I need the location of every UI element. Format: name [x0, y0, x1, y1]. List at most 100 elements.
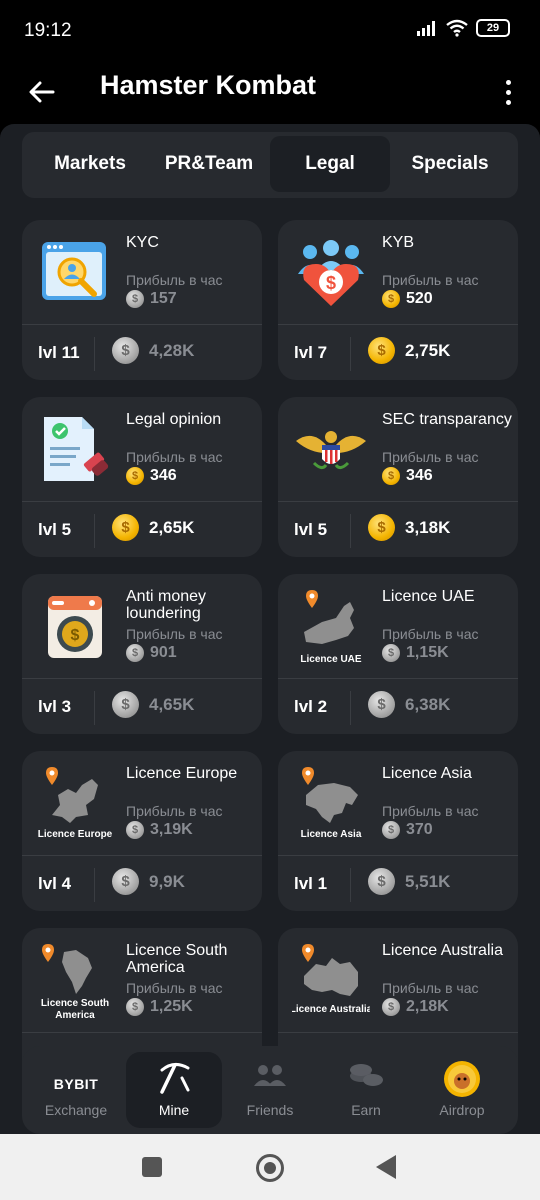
profit-value: 2,18K [382, 998, 449, 1016]
map-caption: Licence Asia [301, 829, 362, 840]
card-title: Licence UAE [382, 588, 475, 605]
tab-pr-team[interactable]: PR&Team [149, 136, 269, 192]
card-legal-opinion[interactable]: Legal opinion Прибыль в час 346 lvl 5 2,… [22, 397, 262, 557]
coins-stack-icon [318, 1060, 414, 1092]
more-menu-button[interactable] [498, 72, 518, 112]
bybit-logo-icon: BYBIT [53, 1076, 99, 1092]
recents-button[interactable] [142, 1157, 162, 1177]
cost-amount: 4,28K [149, 340, 195, 360]
tab-legal[interactable]: Legal [270, 136, 390, 192]
status-bar: 19:12 29 [0, 0, 540, 62]
profit-value: 157 [126, 290, 177, 308]
map-caption: Licence Australia [292, 1004, 370, 1015]
map-caption: Licence Europe [38, 829, 113, 840]
nav-label: Mine [158, 1102, 190, 1118]
card-title: Licence South America [126, 942, 228, 976]
card-footer: lvl 7 2,75K [278, 324, 518, 380]
card-level: lvl 1 [294, 874, 328, 893]
home-dot-icon [264, 1162, 276, 1174]
cost-amount: 9,9K [149, 871, 185, 891]
coin-icon [368, 868, 395, 895]
profit-amount: 157 [150, 290, 177, 307]
profit-amount: 3,19K [150, 821, 193, 838]
profit-value: 3,19K [126, 821, 193, 839]
card-licence-uae[interactable]: Licence UAE Licence UAE Прибыль в час 1,… [278, 574, 518, 734]
coin-icon [126, 644, 144, 662]
nav-mine[interactable]: Mine [126, 1052, 222, 1128]
card-licence-europe[interactable]: Licence Europe Licence Europe Прибыль в … [22, 751, 262, 911]
profit-label: Прибыль в час [382, 626, 479, 642]
nav-airdrop[interactable]: Airdrop [414, 1052, 510, 1128]
dot-icon [505, 79, 511, 85]
divider [350, 691, 351, 725]
profit-amount: 346 [150, 467, 177, 484]
tab-specials[interactable]: Specials [390, 136, 510, 192]
map-asia-icon: Licence Asia [292, 765, 370, 843]
sec-eagle-icon [292, 411, 370, 489]
nav-label: Airdrop [439, 1102, 485, 1118]
profit-amount: 520 [406, 290, 433, 307]
profit-label: Прибыль в час [382, 980, 479, 996]
card-level: lvl 11 [38, 343, 80, 362]
nav-label: Exchange [44, 1102, 108, 1118]
card-kyc[interactable]: KYC Прибыль в час 157 lvl 11 4,28K [22, 220, 262, 380]
card-level: lvl 2 [294, 697, 328, 716]
card-anti-money-laundering[interactable]: $ Anti money loundering Прибыль в час 90… [22, 574, 262, 734]
signal-icon [417, 21, 435, 36]
profit-value: 346 [382, 467, 433, 485]
nav-earn[interactable]: Earn [318, 1052, 414, 1128]
coin-icon [126, 998, 144, 1016]
upgrade-cost: 2,75K [368, 337, 450, 364]
bottom-nav: BYBIT Exchange Mine Friends Earn Airdrop [22, 1046, 518, 1134]
profit-amount: 1,25K [150, 998, 193, 1015]
svg-text:Licence South: Licence South [41, 998, 109, 1009]
svg-text:$: $ [326, 273, 336, 293]
card-kyb[interactable]: $ KYB Прибыль в час 520 lvl 7 2,75K [278, 220, 518, 380]
map-south-america-icon: Licence South America [36, 942, 114, 1021]
nav-label: Earn [351, 1102, 381, 1118]
home-button[interactable] [256, 1154, 284, 1182]
dot-icon [505, 99, 511, 105]
battery-indicator: 29 [476, 19, 510, 37]
card-footer: lvl 1 5,51K [278, 855, 518, 911]
upgrade-cost: 9,9K [112, 868, 185, 895]
nav-label: Friends [246, 1102, 294, 1118]
tab-markets[interactable]: Markets [30, 136, 150, 192]
card-title: Anti money loundering [126, 588, 207, 622]
washing-machine-icon: $ [36, 588, 114, 666]
coin-icon [382, 998, 400, 1016]
cost-amount: 3,18K [405, 517, 451, 537]
card-title: KYC [126, 234, 159, 251]
back-nav-button[interactable] [376, 1155, 396, 1179]
map-australia-icon: Licence Australia [290, 942, 373, 1020]
cost-amount: 5,51K [405, 871, 451, 891]
profit-amount: 901 [150, 644, 177, 661]
back-button[interactable] [22, 72, 62, 112]
card-title: SEC transparancy [382, 411, 512, 428]
nav-friends[interactable]: Friends [222, 1052, 318, 1128]
coin-icon [382, 467, 400, 485]
coin-icon [126, 290, 144, 308]
profit-value: 1,25K [126, 998, 193, 1016]
coin-icon [382, 821, 400, 839]
upgrade-cost: 5,51K [368, 868, 450, 895]
coin-icon [112, 337, 139, 364]
profit-label: Прибыль в час [126, 272, 223, 288]
nav-exchange[interactable]: BYBIT Exchange [28, 1052, 124, 1128]
coin-icon [382, 644, 400, 662]
upgrade-cost: 3,18K [368, 514, 450, 541]
card-footer: lvl 2 6,38K [278, 678, 518, 734]
divider [350, 868, 351, 902]
profit-amount: 346 [406, 467, 433, 484]
wifi-icon [446, 19, 468, 37]
map-uae-icon: Licence UAE [292, 588, 370, 666]
map-europe-icon: Licence Europe [36, 765, 114, 843]
coin-icon [368, 691, 395, 718]
category-tabs: Markets PR&Team Legal Specials [22, 132, 518, 198]
map-caption: Licence UAE [300, 654, 361, 665]
card-licence-asia[interactable]: Licence Asia Licence Asia Прибыль в час … [278, 751, 518, 911]
card-title: KYB [382, 234, 415, 251]
profit-value: 901 [126, 644, 177, 662]
card-sec-transparancy[interactable]: SEC transparancy Прибыль в час 346 lvl 5… [278, 397, 518, 557]
kyc-icon [36, 234, 114, 312]
